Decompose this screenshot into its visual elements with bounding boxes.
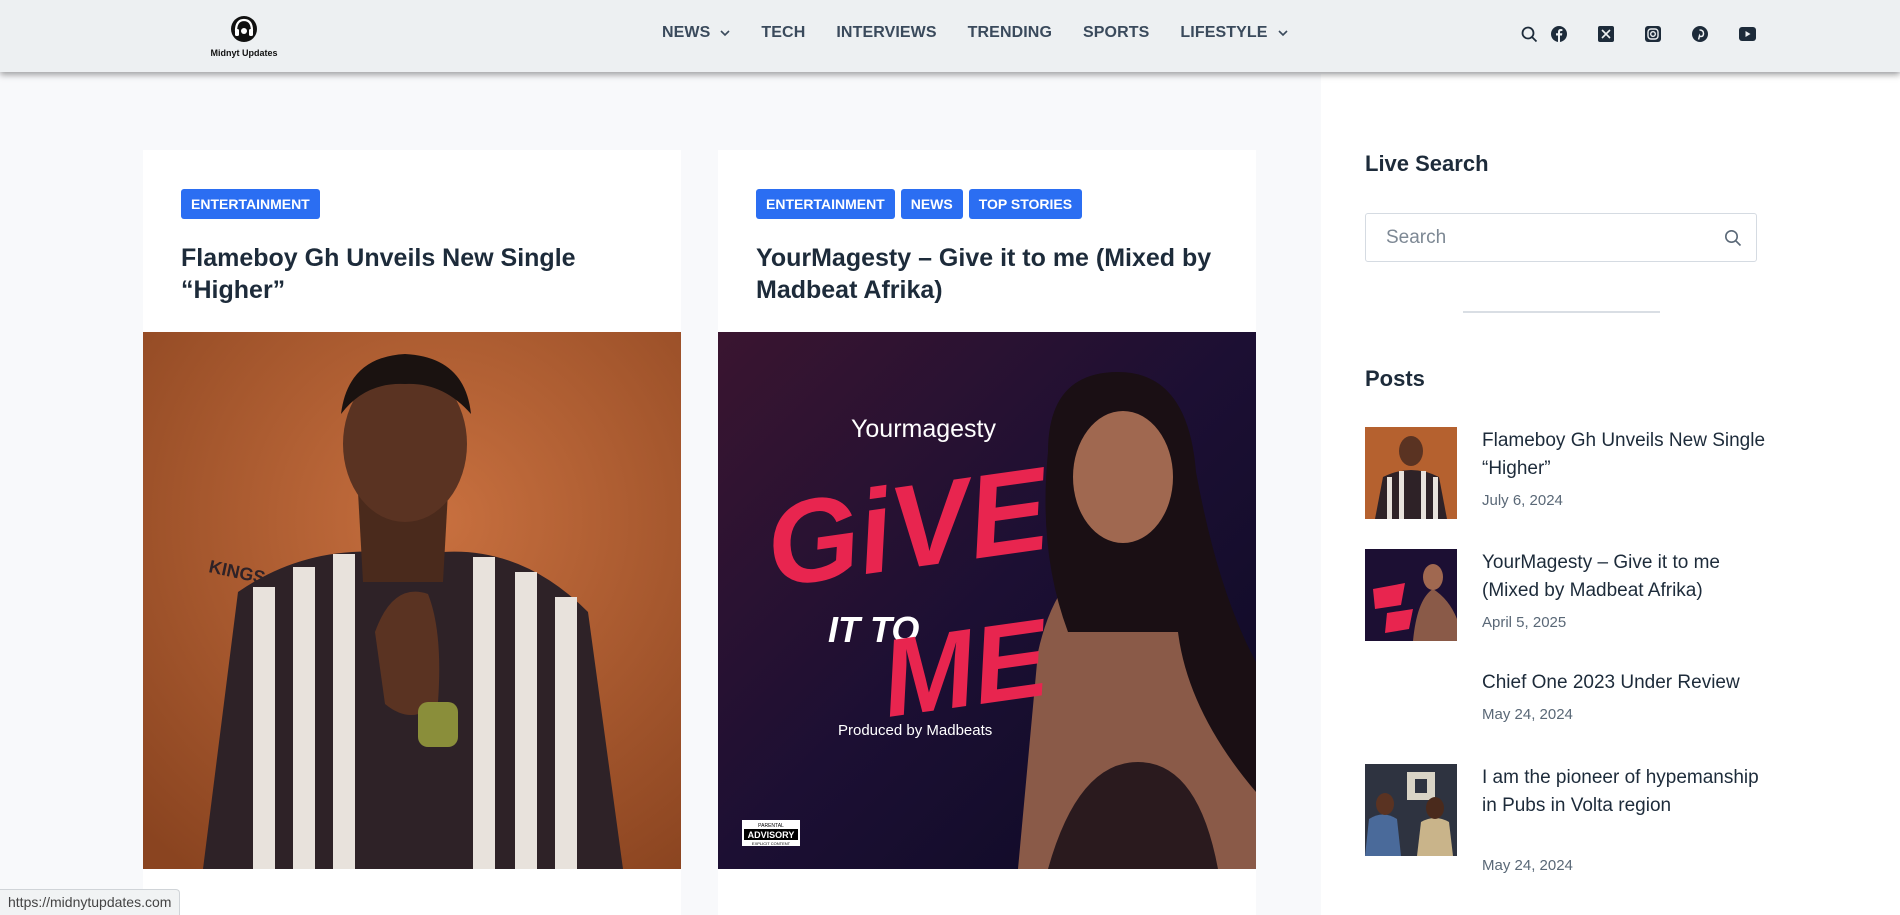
divider [1463, 311, 1660, 313]
svg-text:EXPLICIT CONTENT: EXPLICIT CONTENT [752, 841, 791, 846]
nav-label: INTERVIEWS [836, 24, 937, 41]
svg-text:ADVISORY: ADVISORY [748, 830, 795, 840]
site-logo[interactable]: Midnyt Updates [208, 14, 280, 58]
main-nav: NEWS TECH INTERVIEWS TRENDING SPORTS LIF… [662, 24, 1319, 42]
category-badge[interactable]: ENTERTAINMENT [181, 189, 320, 219]
post-thumbnail[interactable] [1365, 549, 1457, 641]
category-badge[interactable]: TOP STORIES [968, 189, 1083, 219]
cover-artist: Yourmagesty [851, 415, 996, 443]
category-badges: ENTERTAINMENT NEWS TOP STORIES [756, 189, 1083, 219]
category-badge[interactable]: ENTERTAINMENT [756, 189, 895, 219]
article-featured-image[interactable]: KINGS [143, 332, 681, 869]
cover-credit: Produced by Madbeats [838, 722, 992, 739]
pinterest-icon[interactable] [1691, 25, 1709, 43]
logo-text: Midnyt Updates [210, 48, 278, 58]
nav-item-interviews[interactable]: INTERVIEWS [836, 24, 936, 42]
nav-label: NEWS [662, 24, 711, 41]
header-icons [1520, 25, 1785, 43]
search-input[interactable] [1366, 214, 1706, 261]
post-date: April 5, 2025 [1482, 614, 1567, 631]
search-icon[interactable] [1520, 25, 1538, 43]
headphones-logo-icon [231, 16, 257, 42]
article-featured-image[interactable]: Yourmagesty GiVE IT TO ME Produced by Ma… [718, 332, 1256, 869]
svg-text:PARENTAL: PARENTAL [758, 823, 784, 829]
artist-portrait-photo: KINGS [143, 332, 681, 869]
article-title[interactable]: YourMagesty – Give it to me (Mixed by Ma… [756, 242, 1226, 306]
live-search-box [1365, 213, 1757, 262]
single-cover-art: Yourmagesty GiVE IT TO ME Produced by Ma… [718, 332, 1256, 869]
post-title[interactable]: Flameboy Gh Unveils New Single “Higher” [1482, 427, 1767, 483]
post-title[interactable]: I am the pioneer of hypemanship in Pubs … [1482, 764, 1767, 820]
post-date: May 24, 2024 [1482, 706, 1573, 723]
nav-item-sports[interactable]: SPORTS [1083, 24, 1149, 42]
site-header: Midnyt Updates NEWS TECH INTERVIEWS TREN… [0, 0, 1900, 72]
nav-label: TRENDING [967, 24, 1053, 41]
status-bar-url: https://midnytupdates.com [0, 889, 181, 915]
post-title[interactable]: Chief One 2023 Under Review [1482, 669, 1767, 697]
post-thumbnail[interactable] [1365, 427, 1457, 519]
sidebar: Live Search Posts Flameboy Gh Unveils Ne… [1321, 74, 1900, 915]
nav-label: SPORTS [1083, 24, 1150, 41]
nav-item-lifestyle[interactable]: LIFESTYLE [1180, 24, 1288, 42]
x-twitter-icon[interactable] [1597, 25, 1615, 43]
search-icon[interactable] [1724, 229, 1742, 247]
parental-advisory-label: PARENTAL ADVISORY EXPLICIT CONTENT [742, 820, 800, 846]
post-thumbnail[interactable] [1365, 764, 1457, 856]
facebook-icon[interactable] [1550, 25, 1568, 43]
live-search-heading: Live Search [1365, 151, 1489, 176]
article-title[interactable]: Flameboy Gh Unveils New Single “Higher” [181, 242, 651, 306]
chevron-down-icon [720, 30, 730, 37]
instagram-icon[interactable] [1644, 25, 1662, 43]
nav-item-tech[interactable]: TECH [761, 24, 805, 42]
category-badges: ENTERTAINMENT [181, 189, 320, 219]
article-card: ENTERTAINMENT NEWS TOP STORIES YourMages… [718, 150, 1256, 915]
nav-label: TECH [761, 24, 806, 41]
post-date: May 24, 2024 [1482, 857, 1573, 874]
youtube-icon[interactable] [1738, 25, 1756, 43]
chevron-down-icon [1277, 30, 1288, 37]
category-badge[interactable]: NEWS [900, 189, 963, 219]
posts-heading: Posts [1365, 366, 1425, 391]
nav-item-news[interactable]: NEWS [662, 24, 730, 42]
nav-label: LIFESTYLE [1180, 24, 1268, 41]
article-card: ENTERTAINMENT Flameboy Gh Unveils New Si… [143, 150, 681, 915]
post-date: July 6, 2024 [1482, 492, 1563, 509]
cover-title-end: ME [874, 595, 1058, 740]
post-title[interactable]: YourMagesty – Give it to me (Mixed by Ma… [1482, 549, 1767, 605]
nav-item-trending[interactable]: TRENDING [968, 24, 1052, 42]
